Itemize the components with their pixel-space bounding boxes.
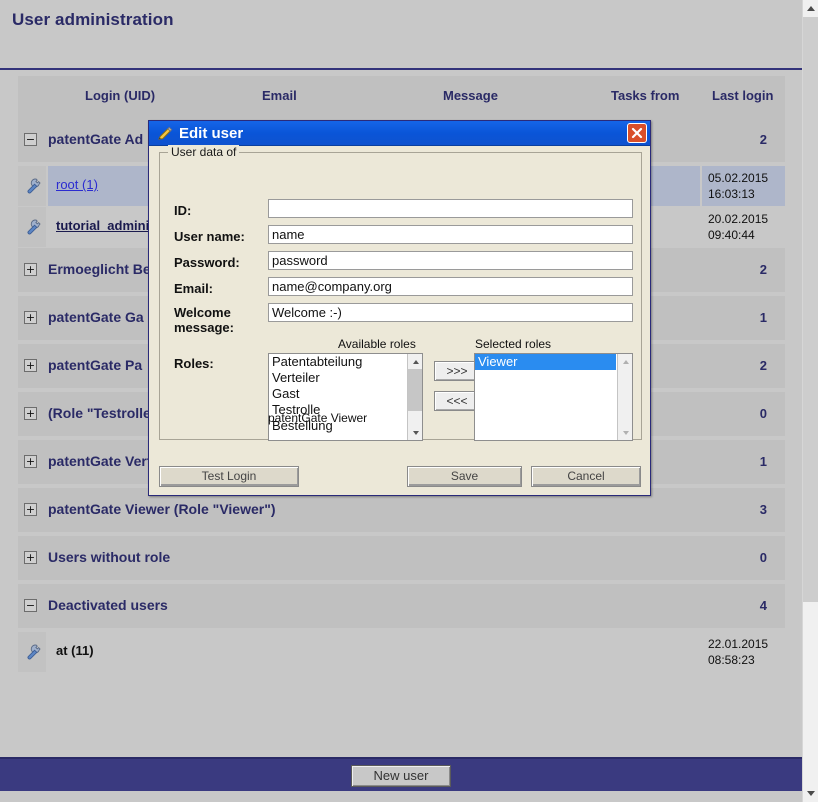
last-login-value: 20.02.2015 09:40:44 xyxy=(708,212,769,242)
list-item[interactable]: Gast xyxy=(269,386,406,402)
list-item[interactable]: Viewer xyxy=(475,354,616,370)
group-name: (Role "Testrolle xyxy=(48,405,151,421)
table-header-row: Login (UID) Email Message Tasks from Las… xyxy=(18,76,785,118)
id-label: ID: xyxy=(174,203,192,218)
user-data-groupbox: User data of ID: User name: Password: Em… xyxy=(159,145,642,441)
group-row[interactable]: − Deactivated users 4 xyxy=(18,584,785,628)
group-count: 1 xyxy=(759,454,767,469)
bottom-action-bar: New user xyxy=(0,757,802,791)
title-divider xyxy=(0,68,802,70)
page-scrollbar[interactable] xyxy=(802,0,818,802)
group-name: patentGate Ad xyxy=(48,131,144,147)
cell-email xyxy=(194,632,351,672)
group-count: 2 xyxy=(759,132,767,147)
username-field[interactable] xyxy=(268,225,633,244)
cell-last-login: 05.02.2015 16:03:13 xyxy=(702,166,785,206)
scroll-down-icon[interactable] xyxy=(408,425,422,440)
cell-login[interactable]: at (11) xyxy=(48,632,193,672)
scroll-up-icon[interactable] xyxy=(618,354,632,369)
app-window: User administration Login (UID) Email Me… xyxy=(0,0,818,802)
available-roles-scrollbar[interactable] xyxy=(407,354,422,440)
password-field[interactable] xyxy=(268,251,633,270)
scrollbar-thumb[interactable] xyxy=(408,369,422,411)
expand-icon[interactable]: + xyxy=(24,263,37,276)
welcome-message-field[interactable] xyxy=(268,303,633,322)
selected-roles-listbox[interactable]: Viewer xyxy=(474,353,633,441)
dialog-titlebar[interactable]: Edit user xyxy=(149,121,650,146)
wrench-icon[interactable] xyxy=(24,218,42,236)
last-login-value: 22.01.2015 08:58:23 xyxy=(708,637,769,667)
wrench-icon[interactable] xyxy=(24,643,42,661)
column-header-login: Login (UID) xyxy=(85,88,156,103)
group-count: 1 xyxy=(759,310,767,325)
wrench-icon[interactable] xyxy=(24,177,42,195)
group-name: Deactivated users xyxy=(48,597,168,613)
username-label: User name: xyxy=(174,229,245,244)
welcome-message-label: Welcome message: xyxy=(174,305,234,335)
row-action-cell[interactable] xyxy=(18,632,47,672)
password-label: Password: xyxy=(174,255,240,270)
column-header-email: Email xyxy=(262,88,297,103)
column-header-message: Message xyxy=(443,88,498,103)
group-row[interactable]: + Users without role 0 xyxy=(18,536,785,580)
email-label: Email: xyxy=(174,281,214,296)
new-user-button[interactable]: New user xyxy=(351,765,451,787)
user-login-link[interactable]: at (11) xyxy=(56,643,94,658)
expand-icon[interactable]: + xyxy=(24,455,37,468)
selected-roles-caption: Selected roles xyxy=(475,337,552,351)
scroll-down-icon[interactable] xyxy=(803,785,818,802)
collapse-icon[interactable]: − xyxy=(24,133,37,146)
expand-icon[interactable]: + xyxy=(24,311,37,324)
scroll-up-icon[interactable] xyxy=(408,354,422,369)
row-action-cell[interactable] xyxy=(18,166,47,206)
table-row[interactable]: at (11) 22.01.2015 08:58:23 xyxy=(18,632,785,672)
cell-message xyxy=(352,632,701,672)
email-field[interactable] xyxy=(268,277,633,296)
list-item[interactable]: Patentabteilung xyxy=(269,354,406,370)
column-header-last-login: Last login xyxy=(712,88,774,103)
list-item[interactable]: Verteiler xyxy=(269,370,406,386)
scroll-down-icon[interactable] xyxy=(618,425,632,440)
cell-last-login: 20.02.2015 09:40:44 xyxy=(702,207,785,247)
expand-icon[interactable]: + xyxy=(24,551,37,564)
group-name: Ermoeglicht Be xyxy=(48,261,151,277)
role-hint-text: patentGate Viewer xyxy=(268,411,368,425)
group-name: Users without role xyxy=(48,549,171,565)
group-count: 0 xyxy=(759,406,767,421)
group-count: 0 xyxy=(759,550,767,565)
group-count: 3 xyxy=(759,502,767,517)
expand-icon[interactable]: + xyxy=(24,359,37,372)
scroll-up-icon[interactable] xyxy=(803,0,818,17)
last-login-value: 05.02.2015 16:03:13 xyxy=(708,171,769,201)
group-count: 4 xyxy=(759,598,767,613)
available-roles-listbox[interactable]: Patentabteilung Verteiler Gast Testrolle Bes… xyxy=(268,353,423,441)
cell-last-login: 22.01.2015 08:58:23 xyxy=(702,632,785,672)
user-login-link[interactable]: root (1) xyxy=(56,177,98,192)
user-login-link[interactable]: tutorial_admini. xyxy=(56,218,153,233)
roles-label: Roles: xyxy=(174,356,214,371)
row-action-cell[interactable] xyxy=(18,207,47,247)
group-name: patentGate Pa xyxy=(48,357,143,373)
expand-icon[interactable]: + xyxy=(24,407,37,420)
group-count: 2 xyxy=(759,262,767,277)
group-name: patentGate Viewer (Role "Viewer") xyxy=(48,501,276,517)
group-count: 2 xyxy=(759,358,767,373)
pencil-icon xyxy=(157,126,173,142)
save-button[interactable]: Save xyxy=(407,466,522,487)
available-roles-caption: Available roles xyxy=(338,337,416,351)
collapse-icon[interactable]: − xyxy=(24,599,37,612)
selected-roles-scrollbar[interactable] xyxy=(617,354,632,440)
column-header-tasks-from: Tasks from xyxy=(611,88,680,103)
scrollbar-thumb[interactable] xyxy=(803,17,818,602)
page-title: User administration xyxy=(12,10,174,29)
group-name: patentGate Ga xyxy=(48,309,144,325)
expand-icon[interactable]: + xyxy=(24,503,37,516)
dialog-title: Edit user xyxy=(179,125,244,142)
cancel-button[interactable]: Cancel xyxy=(531,466,641,487)
edit-user-dialog: Edit user User data of ID: User name: Pa… xyxy=(148,120,651,496)
groupbox-legend: User data of xyxy=(168,145,240,159)
close-icon[interactable] xyxy=(627,123,647,143)
test-login-button[interactable]: Test Login xyxy=(159,466,299,487)
id-field[interactable] xyxy=(268,199,633,218)
